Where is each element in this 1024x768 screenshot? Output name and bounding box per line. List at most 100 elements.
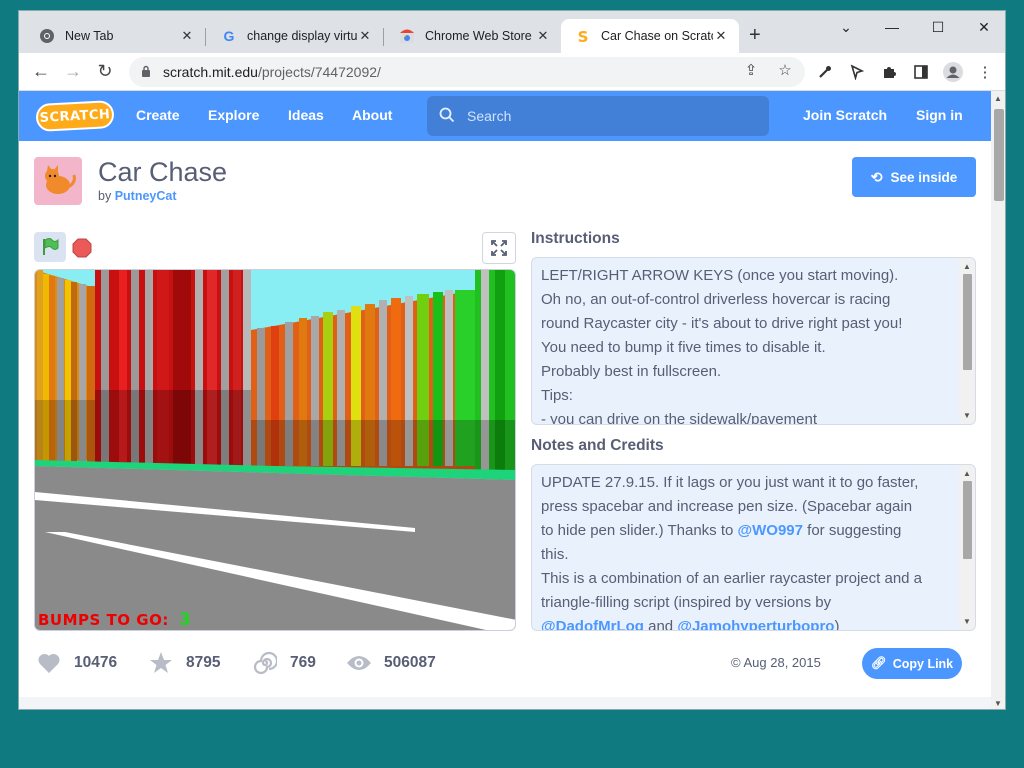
notes-line: triangle-filling script (inspired by ver… — [541, 594, 832, 611]
scroll-thumb[interactable] — [994, 109, 1004, 201]
notes-line: this. — [541, 546, 569, 563]
tab-car-chase[interactable]: S Car Chase on Scratch ✕ — [561, 19, 739, 53]
scroll-down-icon[interactable]: ▼ — [963, 617, 971, 626]
scroll-up-icon[interactable]: ▲ — [963, 262, 971, 271]
user-link-dadofmrlog[interactable]: @DadofMrLog — [541, 618, 644, 630]
loves-stat[interactable]: 10476 — [36, 650, 117, 676]
close-tab-icon[interactable]: ✕ — [357, 28, 373, 44]
green-flag-button[interactable] — [34, 232, 66, 262]
notes-text: UPDATE 27.9.15. If it lags or you just w… — [541, 471, 955, 630]
new-tab-plus-icon[interactable]: + — [749, 25, 761, 45]
instructions-line: You need to bump it five times to disabl… — [541, 339, 826, 356]
stop-button[interactable] — [72, 238, 92, 258]
minimize-icon[interactable]: — — [882, 19, 902, 35]
scroll-up-icon[interactable]: ▲ — [994, 94, 1002, 103]
see-inside-button[interactable]: ⟲ See inside — [852, 157, 976, 197]
remixes-stat: 769 — [252, 650, 316, 676]
instructions-scrollbar[interactable]: ▲ ▼ — [959, 258, 975, 424]
user-link-jamohyperturbopro[interactable]: @Jamohyperturbopro — [677, 618, 834, 630]
see-inside-label: See inside — [890, 169, 958, 185]
project-stage[interactable]: BUMPS TO GO: 3 — [34, 269, 516, 631]
browser-toolbar: ← → ↻ scratch.mit.edu/projects/74472092/… — [19, 53, 1005, 91]
star-icon — [148, 650, 174, 676]
maximize-icon[interactable]: ☐ — [928, 19, 948, 36]
profile-avatar-icon[interactable] — [943, 62, 963, 82]
bumps-count: 3 — [178, 610, 192, 630]
back-arrow-icon[interactable]: ← — [30, 61, 52, 81]
reload-icon[interactable]: ↻ — [94, 61, 116, 81]
left-building — [35, 270, 95, 462]
bumps-to-go-hud: BUMPS TO GO: 3 — [38, 610, 191, 630]
kebab-menu-icon[interactable]: ⋮ — [975, 62, 995, 82]
notes-line: UPDATE 27.9.15. If it lags or you just w… — [541, 474, 919, 491]
side-panel-icon[interactable] — [911, 62, 931, 82]
tab-new-tab[interactable]: New Tab ✕ — [25, 19, 205, 53]
instructions-line: round Raycaster city - it's about to dri… — [541, 315, 903, 332]
instructions-line: Tips: — [541, 387, 573, 404]
tab-google-search[interactable]: G change display virtua ✕ — [207, 19, 383, 53]
loves-count: 10476 — [74, 654, 118, 671]
svg-text:G: G — [224, 28, 235, 44]
bookmark-star-icon[interactable]: ☆ — [775, 61, 795, 79]
instructions-line: LEFT/RIGHT ARROW KEYS (once you start mo… — [541, 267, 899, 284]
scroll-up-icon[interactable]: ▲ — [963, 469, 971, 478]
notes-box[interactable]: UPDATE 27.9.15. If it lags or you just w… — [531, 464, 976, 631]
favorites-stat[interactable]: 8795 — [148, 650, 220, 676]
close-tab-icon[interactable]: ✕ — [713, 28, 729, 44]
fullscreen-button[interactable] — [482, 232, 516, 264]
notes-scrollbar[interactable]: ▲ ▼ — [959, 465, 975, 630]
search-input[interactable]: Search — [427, 96, 769, 136]
scroll-thumb[interactable] — [963, 274, 972, 370]
instructions-box[interactable]: LEFT/RIGHT ARROW KEYS (once you start mo… — [531, 257, 976, 425]
notes-text-span: to hide pen slider.) Thanks to — [541, 522, 738, 539]
instructions-text: LEFT/RIGHT ARROW KEYS (once you start mo… — [541, 264, 955, 424]
stop-sign-icon — [72, 238, 92, 258]
scroll-down-icon[interactable]: ▼ — [994, 699, 1002, 708]
by-label: by — [98, 189, 112, 203]
share-icon[interactable]: ⇪ — [741, 61, 761, 79]
red-tower — [95, 270, 251, 466]
bumps-label: BUMPS TO GO: — [38, 611, 169, 629]
sign-in-link[interactable]: Sign in — [916, 107, 963, 123]
tab-chrome-web-store[interactable]: Chrome Web Store - ✕ — [385, 19, 561, 53]
nav-create[interactable]: Create — [136, 107, 180, 123]
close-window-icon[interactable]: ✕ — [974, 19, 994, 36]
remix-spiral-icon — [252, 650, 278, 676]
notes-line: This is a combination of an earlier rayc… — [541, 570, 923, 587]
nav-ideas[interactable]: Ideas — [288, 107, 324, 123]
nav-explore[interactable]: Explore — [208, 107, 259, 123]
tab-separator — [205, 28, 206, 46]
scratch-logo[interactable]: SCRATCH — [35, 99, 115, 133]
close-tab-icon[interactable]: ✕ — [179, 28, 195, 44]
svg-text:S: S — [578, 28, 589, 44]
tab-strip: New Tab ✕ G change display virtua ✕ Chro… — [19, 11, 1005, 53]
join-scratch-link[interactable]: Join Scratch — [803, 107, 887, 123]
extensions-puzzle-icon[interactable] — [879, 62, 899, 82]
green-flag-icon — [43, 238, 59, 255]
copy-link-button[interactable]: 🔗︎ Copy Link — [862, 648, 962, 679]
cursor-extension-icon[interactable] — [847, 62, 867, 82]
user-link-wo997[interactable]: @WO997 — [738, 522, 803, 539]
eyedropper-extension-icon[interactable] — [815, 62, 835, 82]
chrome-web-store-icon — [399, 28, 415, 44]
scroll-down-icon[interactable]: ▼ — [963, 411, 971, 420]
tab-title: change display virtua — [247, 29, 357, 43]
tab-title: New Tab — [65, 29, 114, 43]
date-text: Aug 28, 2015 — [743, 655, 821, 670]
address-bar[interactable]: scratch.mit.edu/projects/74472092/ — [129, 57, 805, 87]
project-title: Car Chase — [98, 157, 228, 187]
favorites-count: 8795 — [186, 654, 221, 671]
tab-search-chevron-icon[interactable]: ⌄ — [836, 19, 856, 36]
lock-icon — [141, 64, 153, 80]
scroll-thumb[interactable] — [963, 481, 972, 559]
chrome-icon — [39, 28, 55, 44]
author-avatar[interactable] — [34, 157, 82, 205]
instructions-heading: Instructions — [531, 230, 620, 247]
page-scrollbar[interactable]: ▲ ▼ — [991, 91, 1005, 709]
close-tab-icon[interactable]: ✕ — [535, 28, 551, 44]
notes-line: press spacebar and increase pen size. (S… — [541, 498, 913, 515]
nav-about[interactable]: About — [352, 107, 392, 123]
instructions-line: Oh no, an out-of-control driverless hove… — [541, 291, 891, 308]
forward-arrow-icon[interactable]: → — [62, 61, 84, 81]
author-link[interactable]: PutneyCat — [115, 189, 177, 203]
